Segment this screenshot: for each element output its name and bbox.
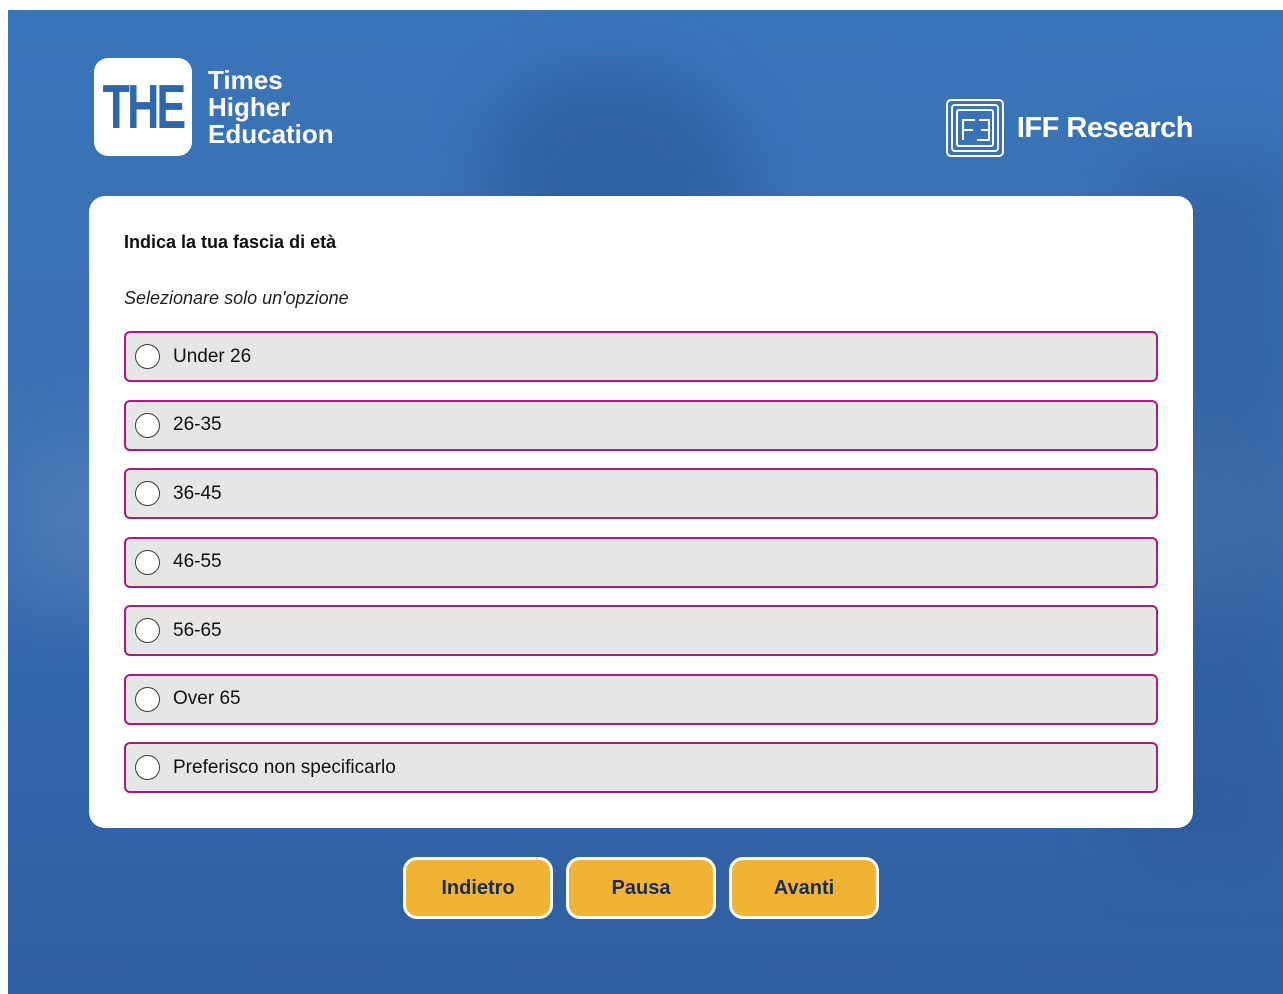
the-logo-wordmark: Times Higher Education	[208, 64, 334, 149]
the-badge-text: THE	[102, 72, 187, 142]
the-badge: THE	[94, 58, 192, 156]
answer-option-prefer-not-to-say[interactable]: Preferisco non specificarlo	[124, 742, 1158, 793]
back-button[interactable]: Indietro	[403, 857, 553, 919]
radio-button[interactable]	[135, 618, 160, 643]
answer-option-label: Over 65	[173, 688, 241, 709]
answer-option-over-65[interactable]: Over 65	[124, 673, 1158, 725]
answer-option-46-55[interactable]: 46-55	[124, 536, 1158, 588]
question-card: Indica la tua fascia di età Selezionare …	[89, 196, 1193, 828]
radio-button[interactable]	[135, 755, 160, 780]
iff-research-icon	[945, 99, 1004, 157]
survey-background: THE Times Higher Education IFF Research …	[8, 10, 1283, 994]
navigation-buttons: Indietro Pausa Avanti	[403, 857, 892, 919]
answer-option-label: 56-65	[173, 619, 222, 641]
iff-research-logo: IFF Research	[943, 96, 1194, 160]
answer-option-36-45[interactable]: 36-45	[124, 468, 1158, 519]
the-logo-line: Times	[208, 64, 283, 95]
answer-option-label: 46-55	[173, 551, 222, 572]
radio-button[interactable]	[135, 412, 160, 438]
radio-button[interactable]	[135, 481, 160, 506]
answer-option-label: Under 26	[173, 345, 252, 367]
answer-option-label: 26-35	[173, 414, 222, 435]
question-title: Indica la tua fascia di età	[124, 232, 337, 252]
question-instruction: Selezionare solo un'opzione	[124, 288, 349, 308]
the-logo-line: Education	[208, 118, 334, 149]
answer-option-label: 36-45	[173, 482, 222, 504]
answer-options: Under 26 26-35 36-45 46-55 56-65 Over 65	[124, 331, 1158, 811]
radio-button[interactable]	[135, 686, 160, 712]
times-higher-education-logo: THE Times Higher Education	[94, 58, 334, 156]
the-logo-line: Higher	[208, 91, 291, 122]
answer-option-under-26[interactable]: Under 26	[124, 331, 1158, 382]
next-button[interactable]: Avanti	[729, 857, 879, 919]
iff-research-name: IFF Research	[1016, 111, 1194, 144]
radio-button[interactable]	[135, 344, 160, 369]
answer-option-label: Preferisco non specificarlo	[173, 756, 396, 778]
answer-option-56-65[interactable]: 56-65	[124, 605, 1158, 656]
answer-option-26-35[interactable]: 26-35	[124, 399, 1158, 451]
radio-button[interactable]	[135, 549, 160, 575]
pause-button[interactable]: Pausa	[566, 857, 716, 919]
